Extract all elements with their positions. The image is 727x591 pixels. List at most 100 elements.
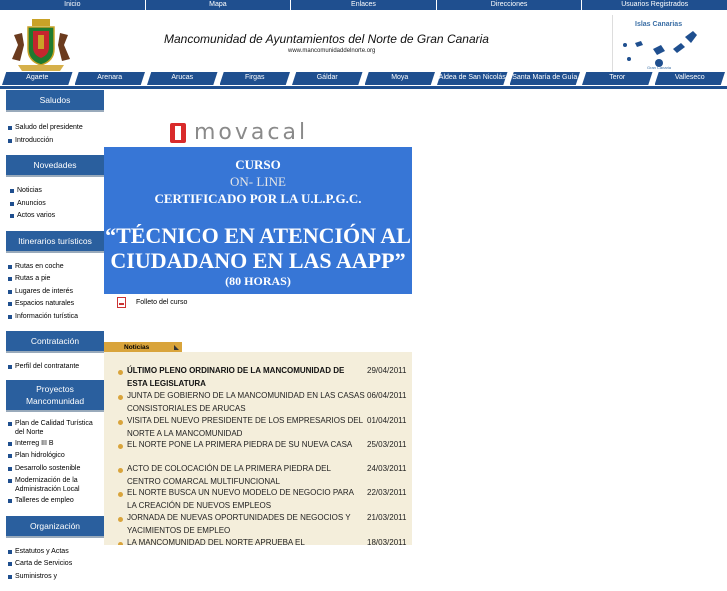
folleto-label: Folleto del curso: [136, 299, 187, 306]
sidebar-item-estatutos[interactable]: Estatutos y Actas: [8, 546, 104, 559]
muni-arenara[interactable]: Arenara: [75, 72, 146, 85]
news-list: ÚLTIMO PLENO ORDINARIO DE LA MANCOMUNIDA…: [104, 352, 412, 545]
sidebar-section-proyectos: Proyectos Mancomunidad Plan de Calidad T…: [6, 380, 104, 516]
muni-teror[interactable]: Teror: [582, 72, 653, 85]
sidebar-heading: Saludos: [6, 90, 104, 112]
bullet-icon: [8, 315, 12, 319]
sidebar-heading: Organización: [6, 516, 104, 538]
muni-moya[interactable]: Moya: [365, 72, 436, 85]
news-item[interactable]: JUNTA DE GOBIERNO DE LA MANCOMUNIDAD EN …: [104, 390, 412, 415]
municipality-nav: Agaete Arenara Arucas Firgas Gáldar Moya…: [0, 72, 727, 85]
muni-aldea-san-nicolas[interactable]: Aldea de San Nicolás: [437, 72, 508, 85]
news-item[interactable]: JORNADA DE NUEVAS OPORTUNIDADES DE NEGOC…: [104, 512, 412, 537]
sidebar-item-interreg[interactable]: Interreg III B: [8, 438, 104, 451]
muni-firgas[interactable]: Firgas: [220, 72, 291, 85]
sidebar-section-saludos: Saludos Saludo del presidente Introducci…: [6, 90, 104, 155]
bullet-icon: [118, 420, 123, 425]
sidebar-section-novedades: Novedades Noticias Anuncios Actos varios: [6, 155, 104, 231]
sidebar-item-carta[interactable]: Carta de Servicios: [8, 558, 104, 571]
news-item[interactable]: ÚLTIMO PLENO ORDINARIO DE LA MANCOMUNIDA…: [104, 365, 412, 390]
sidebar-section-organizacion: Organización Estatutos y Actas Carta de …: [6, 516, 104, 591]
folleto-link[interactable]: Folleto del curso: [117, 297, 187, 308]
bullet-icon: [8, 139, 12, 143]
canary-islands-map[interactable]: Islas Canarias Gran Canaria: [612, 15, 700, 75]
bullet-icon: [8, 302, 12, 306]
course-banner[interactable]: CURSO ON- LINE CERTIFICADO POR LA U.L.P.…: [104, 147, 412, 294]
bullet-icon: [118, 395, 123, 400]
sidebar-item-actos[interactable]: Actos varios: [8, 210, 104, 223]
news-item[interactable]: EL NORTE PONE LA PRIMERA PIEDRA DE SU NU…: [104, 439, 412, 452]
movacal-logo[interactable]: movacal: [170, 123, 350, 143]
bullet-icon: [8, 499, 12, 503]
top-nav-usuarios[interactable]: Usuarios Registrados: [582, 0, 727, 10]
site-url[interactable]: www.mancomunidaddelnorte.org: [288, 48, 375, 54]
movacal-wordmark: movacal: [194, 120, 308, 145]
bullet-icon: [8, 265, 12, 269]
sidebar-item-plan-calidad[interactable]: Plan de Calidad Turística del Norte: [8, 418, 104, 438]
news-item[interactable]: VISITA DEL NUEVO PRESIDENTE DE LOS EMPRE…: [104, 415, 412, 440]
bullet-icon: [118, 468, 123, 473]
sidebar-item-plan-hidrologico[interactable]: Plan hidrológico: [8, 450, 104, 463]
bullet-icon: [8, 467, 12, 471]
sidebar-item-desarrollo[interactable]: Desarrollo sostenible: [8, 463, 104, 476]
movacal-logo-icon: [170, 123, 186, 143]
bullet-icon: [8, 479, 12, 483]
sidebar-section-contratacion: Contratación Perfil del contratante: [6, 331, 104, 380]
news-item[interactable]: LA MANCOMUNIDAD DEL NORTE APRUEBA EL18/0…: [104, 537, 412, 545]
bullet-icon: [8, 126, 12, 130]
sidebar-heading: Proyectos Mancomunidad: [6, 380, 104, 412]
muni-galdar[interactable]: Gáldar: [292, 72, 363, 85]
muni-valleseco[interactable]: Valleseco: [655, 72, 726, 85]
banner-line: ON- LINE: [104, 174, 412, 190]
bullet-icon: [8, 550, 12, 554]
news-item[interactable]: ACTO DE COLOCACIÓN DE LA PRIMERA PIEDRA …: [104, 463, 412, 488]
sidebar-item-noticias[interactable]: Noticias: [8, 185, 104, 198]
site-title: Mancomunidad de Ayuntamientos del Norte …: [164, 32, 489, 46]
bullet-icon: [8, 454, 12, 458]
sidebar-item-anuncios[interactable]: Anuncios: [8, 198, 104, 211]
news-item[interactable]: EL NORTE BUSCA UN NUEVO MODELO DE NEGOCI…: [104, 487, 412, 512]
sidebar-item-talleres[interactable]: Talleres de empleo: [8, 495, 104, 508]
banner-course-title: CIUDADANO EN LAS AAPP”: [104, 248, 412, 274]
bullet-icon: [8, 277, 12, 281]
sidebar-item-rutas-coche[interactable]: Rutas en coche: [8, 261, 104, 274]
bullet-icon: [8, 365, 12, 369]
nav-divider: [0, 86, 727, 89]
top-nav-inicio[interactable]: Inicio: [0, 0, 146, 10]
muni-santa-maria-guia[interactable]: Santa María de Guía: [510, 72, 581, 85]
top-nav-mapa[interactable]: Mapa: [146, 0, 292, 10]
muni-arucas[interactable]: Arucas: [147, 72, 218, 85]
pdf-icon: [117, 297, 126, 308]
coat-of-arms-logo[interactable]: [8, 15, 74, 73]
sidebar: Saludos Saludo del presidente Introducci…: [6, 90, 104, 545]
sidebar-heading: Itinerarios turísticos: [6, 231, 104, 253]
bullet-icon: [10, 189, 14, 193]
sidebar-item-suministros[interactable]: Suministros y: [8, 571, 104, 584]
sidebar-item-introduccion[interactable]: Introducción: [8, 135, 104, 148]
muni-agaete[interactable]: Agaete: [2, 72, 73, 85]
sidebar-item-saludo[interactable]: Saludo del presidente: [8, 122, 104, 135]
sidebar-item-informacion[interactable]: Información turística: [8, 311, 104, 324]
bullet-icon: [118, 517, 123, 522]
sidebar-heading: Novedades: [6, 155, 104, 177]
noticias-tab-label: Noticias: [124, 344, 149, 351]
top-nav-enlaces[interactable]: Enlaces: [291, 0, 437, 10]
bullet-icon: [118, 370, 123, 375]
sidebar-item-lugares[interactable]: Lugares de interés: [8, 286, 104, 299]
banner-line: CERTIFICADO POR LA U.L.P.G.C.: [104, 191, 412, 207]
sidebar-section-itinerarios: Itinerarios turísticos Rutas en coche Ru…: [6, 231, 104, 332]
bullet-icon: [8, 562, 12, 566]
banner-course-title: “TÉCNICO EN ATENCIÓN AL: [104, 223, 412, 249]
top-nav: Inicio Mapa Enlaces Direcciones Usuarios…: [0, 0, 727, 10]
bullet-icon: [8, 442, 12, 446]
arrow-icon: [174, 345, 179, 350]
sidebar-item-perfil[interactable]: Perfil del contratante: [8, 361, 104, 374]
bullet-icon: [8, 290, 12, 294]
bullet-icon: [10, 214, 14, 218]
bullet-icon: [118, 444, 123, 449]
top-nav-direcciones[interactable]: Direcciones: [437, 0, 583, 10]
sidebar-item-espacios[interactable]: Espacios naturales: [8, 298, 104, 311]
sidebar-item-modernizacion[interactable]: Modernización de la Administración Local: [8, 475, 104, 495]
gran-canaria-label: Gran Canaria: [647, 65, 671, 70]
sidebar-item-rutas-pie[interactable]: Rutas a pie: [8, 273, 104, 286]
